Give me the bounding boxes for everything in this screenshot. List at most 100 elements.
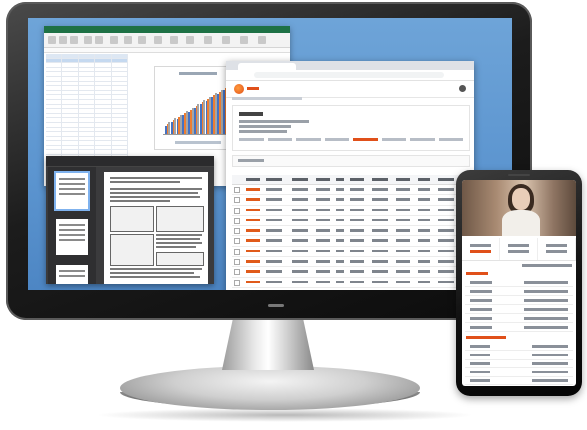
record-link[interactable] [246,249,260,253]
ribbon-icon[interactable] [138,36,146,44]
row-checkbox[interactable] [234,228,240,235]
table-row[interactable] [232,257,468,268]
ribbon-icon[interactable] [59,36,67,44]
view-tab[interactable] [267,138,292,141]
browser-tab-strip[interactable] [226,61,474,70]
pdf-viewer-window[interactable] [46,156,214,284]
view-tab[interactable] [324,138,349,141]
spreadsheet-cell[interactable] [62,104,79,109]
row-checkbox[interactable] [234,259,240,266]
url-field[interactable] [254,72,444,78]
table-row[interactable] [232,267,468,278]
spreadsheet-cell[interactable] [79,136,96,141]
spreadsheet-cell[interactable] [112,54,129,58]
spreadsheet-cell[interactable] [79,72,96,76]
spreadsheet-cell[interactable] [46,122,63,127]
spreadsheet-cell[interactable] [95,72,112,76]
spreadsheet-cell[interactable] [112,127,129,132]
spreadsheet-cell[interactable] [62,81,79,86]
spreadsheet-cell[interactable] [62,122,79,127]
table-row[interactable] [232,247,468,258]
spreadsheet-cell[interactable] [62,132,79,136]
table-row[interactable] [232,185,468,196]
spreadsheet-cell[interactable] [79,99,96,104]
spreadsheet-cell[interactable] [46,54,63,58]
spreadsheet-cell[interactable] [62,99,79,104]
spreadsheet-cell[interactable] [46,67,63,72]
spreadsheet-cell[interactable] [46,63,63,67]
user-icon[interactable] [459,85,466,92]
row-checkbox[interactable] [234,238,240,245]
spreadsheet-cell[interactable] [62,54,79,58]
spreadsheet-cell[interactable] [79,145,96,150]
row-checkbox[interactable] [234,217,240,224]
spreadsheet-cell[interactable] [112,63,129,67]
browser-window[interactable] [226,61,474,290]
spreadsheet-cell[interactable] [62,136,79,141]
row-checkbox[interactable] [234,279,240,286]
spreadsheet-cell[interactable] [62,113,79,118]
row-checkbox[interactable] [234,207,240,214]
spreadsheet-cell[interactable] [95,58,112,63]
phone-tab[interactable] [462,238,500,260]
ribbon-icon[interactable] [204,36,212,44]
ribbon-icon[interactable] [48,36,56,44]
spreadsheet-cell[interactable] [62,76,79,81]
record-link[interactable] [246,208,260,212]
spreadsheet-cell[interactable] [95,104,112,109]
pdf-toolbar[interactable] [46,156,214,167]
spreadsheet-cell[interactable] [112,67,129,72]
spreadsheet-cell[interactable] [79,90,96,95]
spreadsheet-cell[interactable] [95,150,112,155]
spreadsheet-cell[interactable] [62,127,79,132]
spreadsheet-cell[interactable] [62,118,79,122]
spreadsheet-cell[interactable] [46,76,63,81]
spreadsheet-cell[interactable] [79,118,96,122]
table-row[interactable] [232,195,468,206]
spreadsheet-cell[interactable] [112,86,129,90]
spreadsheet-cell[interactable] [62,67,79,72]
ribbon-icon[interactable] [154,36,162,44]
ribbon-icon[interactable] [95,36,103,44]
browser-address-bar[interactable] [226,70,474,81]
ribbon-icon[interactable] [84,36,92,44]
spreadsheet-cell[interactable] [79,81,96,86]
spreadsheet-cell[interactable] [95,54,112,58]
row-checkbox[interactable] [234,197,240,204]
record-link[interactable] [246,260,260,263]
spreadsheet-cell[interactable] [62,95,79,99]
spreadsheet-cell[interactable] [79,109,96,113]
spreadsheet-cell[interactable] [79,76,96,81]
spreadsheet-cell[interactable] [112,122,129,127]
spreadsheet-cell[interactable] [95,99,112,104]
spreadsheet-cell[interactable] [79,127,96,132]
spreadsheet-cell[interactable] [112,90,129,95]
view-tab[interactable] [438,138,463,141]
formula-bar[interactable] [44,48,290,53]
spreadsheet-cell[interactable] [46,127,63,132]
spreadsheet-cell[interactable] [79,54,96,58]
spreadsheet-cell[interactable] [46,145,63,150]
spreadsheet-cell[interactable] [46,136,63,141]
spreadsheet-cell[interactable] [95,63,112,67]
filter-box[interactable] [232,155,470,167]
spreadsheet-cell[interactable] [46,72,63,76]
spreadsheet-cell[interactable] [62,90,79,95]
spreadsheet-cell[interactable] [112,113,129,118]
view-tabs[interactable] [239,138,463,144]
table-row[interactable] [232,278,468,288]
table-row[interactable] [232,236,468,247]
spreadsheet-cell[interactable] [62,150,79,155]
breadcrumb[interactable] [232,97,302,100]
spreadsheet-cell[interactable] [62,58,79,63]
spreadsheet-cell[interactable] [46,132,63,136]
spreadsheet-cell[interactable] [79,113,96,118]
spreadsheet-cell[interactable] [46,104,63,109]
table-row[interactable] [232,288,468,290]
spreadsheet-cell[interactable] [46,90,63,95]
row-checkbox[interactable] [234,248,240,255]
ribbon-icon[interactable] [186,36,194,44]
spreadsheet-ribbon[interactable] [44,33,290,48]
spreadsheet-cell[interactable] [112,72,129,76]
spreadsheet-cell[interactable] [79,67,96,72]
